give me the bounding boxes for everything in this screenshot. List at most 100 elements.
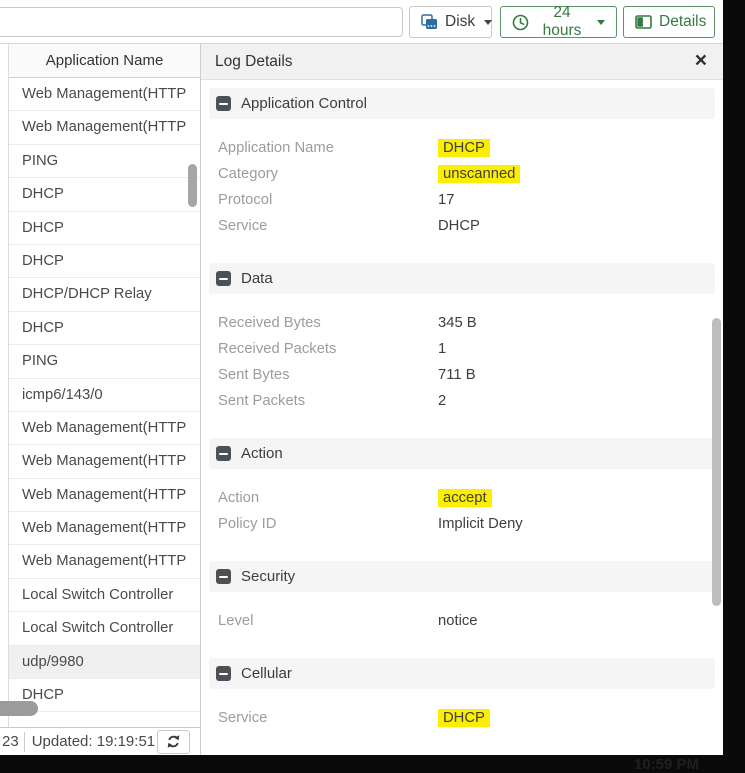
horizontal-scrollbar-thumb[interactable] — [0, 701, 38, 716]
field-value: 2 — [438, 393, 447, 409]
list-item[interactable]: Web Management(HTTP — [9, 78, 200, 112]
footer-divider — [23, 731, 25, 752]
section-title: Action — [241, 445, 283, 462]
field-row: Received Bytes 345 B — [218, 310, 723, 336]
list-item[interactable]: udp/9980 — [9, 645, 200, 680]
search-input[interactable] — [0, 7, 403, 37]
field-row: Policy ID Implicit Deny — [218, 511, 723, 537]
field-label: Policy ID — [218, 516, 277, 532]
field-label: Application Name — [218, 140, 334, 156]
panel-title: Log Details — [215, 53, 293, 70]
field-value: 17 — [438, 192, 455, 208]
caret-down-icon — [484, 19, 493, 25]
log-sections: Application Control Application Name DHCP C… — [201, 88, 723, 731]
field-value: 711 B — [438, 367, 476, 383]
taskbar-clock: 10:59 PM — [634, 756, 700, 773]
collapse-minus-icon — [216, 96, 231, 111]
field-value: DHCP — [438, 218, 480, 234]
list-item[interactable]: PING — [9, 145, 200, 179]
clock-icon — [512, 14, 529, 31]
field-row: Received Packets 1 — [218, 336, 723, 362]
field-value-highlighted: DHCP — [438, 709, 490, 727]
list-item[interactable]: icmp6/143/0 — [9, 379, 200, 412]
field-label: Sent Bytes — [218, 367, 290, 383]
details-button-label: Details — [659, 13, 707, 30]
field-label: Action — [218, 490, 260, 506]
field-label: Sent Packets — [218, 393, 306, 409]
refresh-icon — [166, 734, 181, 749]
disk-button[interactable]: Disk — [409, 6, 493, 38]
list-item[interactable]: Web Management(HTTP — [9, 111, 200, 145]
list-item[interactable]: DHCP — [9, 212, 200, 245]
field-value-highlighted: unscanned — [438, 165, 521, 183]
field-label: Category — [218, 166, 279, 182]
collapse-minus-icon — [216, 271, 231, 286]
section-rows: Received Bytes 345 B Received Packets 1 Sent… — [201, 294, 723, 414]
field-value: 345 B — [438, 315, 477, 331]
list-item[interactable]: DHCP — [9, 312, 200, 346]
field-label: Received Bytes — [218, 315, 321, 331]
field-value-highlighted: accept — [438, 489, 492, 507]
toolbar: Disk 24 hours Details — [0, 0, 723, 44]
collapse-minus-icon — [216, 666, 231, 681]
close-icon[interactable]: × — [695, 44, 707, 78]
table-columns-icon — [635, 14, 652, 30]
field-row: Application Name DHCP — [218, 135, 723, 161]
list-item[interactable]: Local Switch Controller — [9, 612, 200, 646]
list-item[interactable]: DHCP — [9, 245, 200, 279]
field-row: Service DHCP — [218, 705, 723, 731]
disk-icon — [421, 14, 438, 30]
screen: Disk 24 hours Details Application Name W… — [0, 0, 745, 773]
application-list: Web Management(HTTP Web Management(HTTP PI… — [9, 78, 200, 713]
updated-timestamp: Updated: 19:19:51 — [31, 733, 156, 750]
list-item[interactable]: DHCP — [9, 178, 200, 212]
list-item[interactable]: Web Management(HTTP — [9, 512, 200, 546]
app-window: Disk 24 hours Details Application Name W… — [0, 0, 723, 755]
time-range-button[interactable]: 24 hours — [500, 4, 617, 39]
section-header[interactable]: Action — [209, 438, 715, 469]
section-rows: Application Name DHCP Category unscanned Pro… — [201, 119, 723, 239]
field-row: Sent Packets 2 — [218, 388, 723, 414]
field-label: Service — [218, 218, 268, 234]
section-header[interactable]: Data — [209, 263, 715, 294]
details-button[interactable]: Details — [623, 6, 715, 38]
section-title: Data — [241, 270, 273, 287]
collapse-minus-icon — [216, 569, 231, 584]
field-row: Level notice — [218, 608, 723, 634]
field-value: 1 — [438, 341, 447, 357]
section-title: Security — [241, 568, 296, 585]
refresh-button[interactable] — [157, 729, 190, 754]
application-list-panel: Application Name Web Management(HTTP Web … — [9, 44, 200, 727]
list-item[interactable]: Web Management(HTTP — [9, 445, 200, 479]
log-details-panel: Log Details × Application Control Applica… — [200, 44, 723, 755]
list-item[interactable]: Web Management(HTTP — [9, 479, 200, 513]
footer-count-fragment: 23 — [2, 733, 19, 750]
section-title: Application Control — [241, 95, 367, 112]
field-value-highlighted: DHCP — [438, 139, 490, 157]
column-header-application-name[interactable]: Application Name — [9, 44, 200, 78]
field-label: Received Packets — [218, 341, 337, 357]
list-item[interactable]: PING — [9, 345, 200, 379]
log-scrollbar-thumb[interactable] — [712, 318, 721, 606]
disk-button-label: Disk — [445, 13, 476, 30]
field-label: Protocol — [218, 192, 273, 208]
list-item[interactable]: DHCP/DHCP Relay — [9, 278, 200, 312]
section-rows: Level notice — [201, 592, 723, 634]
truncated-column — [0, 44, 9, 727]
field-row: Sent Bytes 711 B — [218, 362, 723, 388]
field-row: Action accept — [218, 485, 723, 511]
list-item[interactable]: Web Management(HTTP — [9, 412, 200, 446]
section-rows: Action accept Policy ID Implicit Deny — [201, 469, 723, 537]
list-item[interactable]: Web Management(HTTP — [9, 545, 200, 579]
section-title: Cellular — [241, 665, 292, 682]
caret-down-icon — [597, 19, 605, 25]
list-item[interactable]: Local Switch Controller — [9, 579, 200, 613]
log-details-header: Log Details × — [201, 44, 723, 80]
field-row: Category unscanned — [218, 161, 723, 187]
vertical-scrollbar-thumb[interactable] — [188, 164, 197, 207]
section-header[interactable]: Cellular — [209, 658, 715, 689]
section-header[interactable]: Security — [209, 561, 715, 592]
section-header[interactable]: Application Control — [209, 88, 715, 119]
field-value: notice — [438, 613, 478, 629]
collapse-minus-icon — [216, 446, 231, 461]
